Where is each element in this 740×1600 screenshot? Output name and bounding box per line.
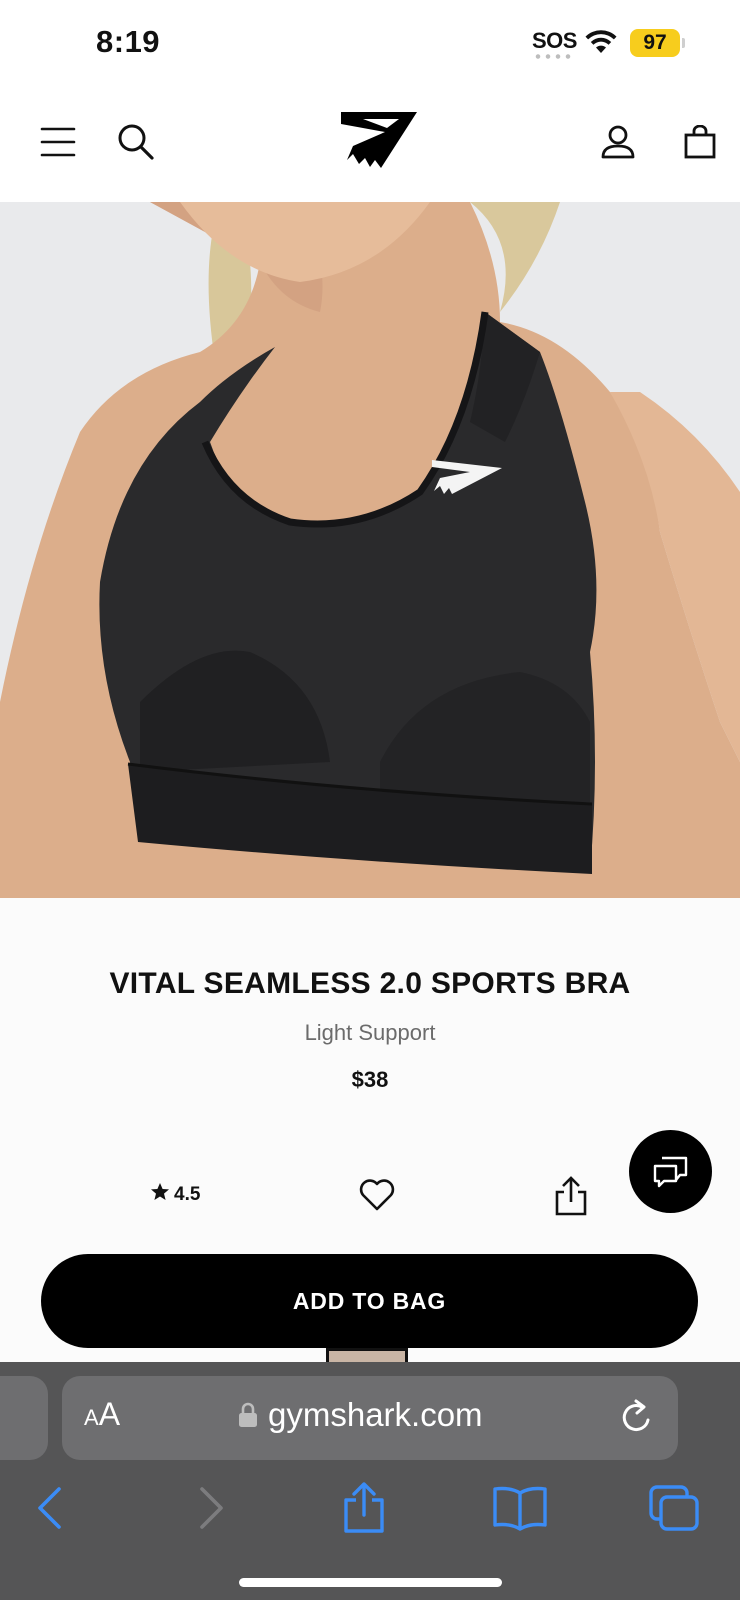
product-image[interactable] [0,202,740,898]
aa-small: A [84,1405,99,1430]
wifi-icon [585,30,617,53]
forward-arrow-icon[interactable] [183,1480,239,1536]
product-title: VITAL SEAMLESS 2.0 SPORTS BRA [109,967,631,1000]
screen: 8:19 SOS 97 VITAL SEAMLESS 2.0 SPORTS BR… [0,0,740,1600]
thumbnail-peek[interactable] [326,1348,408,1362]
gymshark-logo[interactable] [336,108,422,174]
sos-indicator: SOS [532,28,577,53]
aa-large: A [98,1396,121,1432]
browser-share-icon[interactable] [336,1480,392,1536]
lock-icon [239,1402,257,1427]
share-icon[interactable] [552,1176,590,1216]
product-price: $38 [351,1067,389,1092]
signal-dots [533,54,573,59]
wishlist-heart-icon[interactable] [358,1176,396,1214]
product-subtitle: Light Support [304,1020,436,1045]
rating-value: 4.5 [174,1184,201,1205]
product-rating[interactable]: 4.5 [150,1182,200,1208]
tabs-icon[interactable] [646,1480,702,1536]
status-time: 8:19 [96,24,161,59]
reader-aa-button[interactable]: AA [84,1396,120,1433]
chat-bubbles-icon [653,1156,687,1187]
browser-toolbar: AA gymshark.com [0,1362,740,1600]
user-icon[interactable] [592,116,644,168]
hamburger-icon[interactable] [32,116,84,168]
shopping-bag-icon[interactable] [674,116,726,168]
home-indicator [239,1578,502,1587]
status-bar: 8:19 SOS 97 [0,0,740,90]
previous-tab-peek[interactable] [0,1376,48,1460]
bookmarks-book-icon[interactable] [490,1480,550,1536]
address-bar[interactable]: AA gymshark.com [62,1376,678,1460]
star-icon [150,1182,170,1208]
search-icon[interactable] [110,116,162,168]
site-header [0,90,740,202]
reload-icon[interactable] [618,1398,656,1438]
battery-tip [682,38,685,48]
battery-indicator: 97 [630,29,680,57]
url-display[interactable]: gymshark.com [238,1396,483,1434]
back-arrow-icon[interactable] [22,1480,78,1536]
url-text: gymshark.com [268,1396,483,1433]
chat-button[interactable] [629,1130,712,1213]
product-photo-illustration [0,202,740,898]
add-to-bag-button[interactable]: ADD TO BAG [41,1254,698,1348]
